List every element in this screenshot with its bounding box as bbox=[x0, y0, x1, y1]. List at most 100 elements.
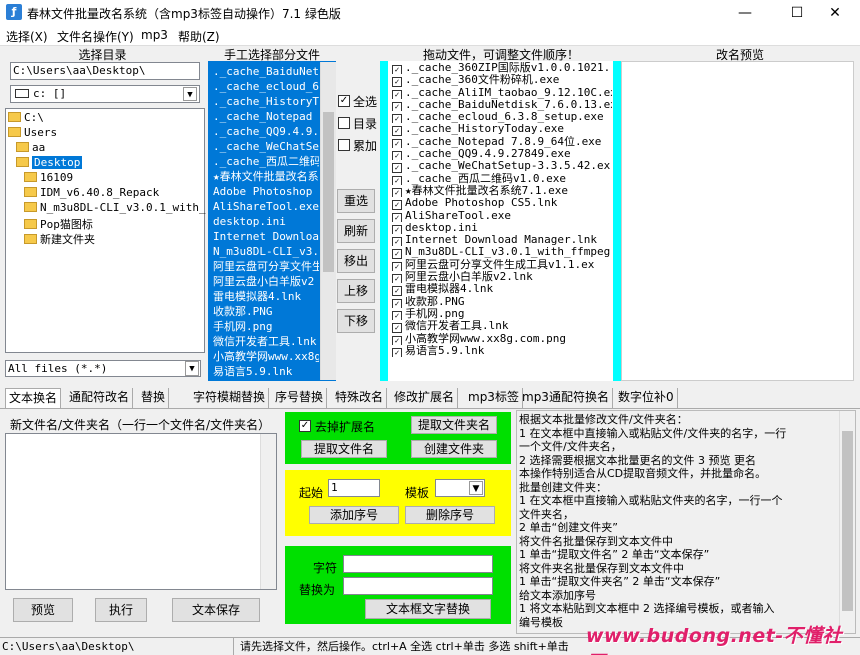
drag-list-item[interactable]: ✓ 微信开发者工具.lnk bbox=[390, 320, 612, 333]
drag-list-item[interactable]: ✓ ★春林文件批量改名系统7.1.exe bbox=[390, 185, 612, 198]
close-button[interactable]: ✕ bbox=[812, 0, 858, 26]
extract-folder-button[interactable]: 提取文件夹名 bbox=[411, 416, 497, 434]
replace-input[interactable] bbox=[343, 577, 493, 595]
menu-filename-ops[interactable]: 文件名操作(Y) bbox=[57, 28, 134, 45]
item-checkbox[interactable]: ✓ bbox=[392, 224, 402, 235]
drag-list-item[interactable]: ✓ 阿里云盘可分享文件生成工具v1.1.ex bbox=[390, 259, 612, 272]
list-item[interactable]: ._cache_ecloud_6.3 bbox=[211, 79, 319, 94]
list-item[interactable]: 收款那.PNG bbox=[211, 304, 319, 319]
drag-list-item[interactable]: ✓ ._cache_Notepad 7.8.9_64位.exe bbox=[390, 136, 612, 149]
item-checkbox[interactable]: ✓ bbox=[392, 261, 402, 272]
tree-item[interactable]: Users bbox=[6, 126, 204, 141]
item-checkbox[interactable]: ✓ bbox=[392, 89, 402, 99]
drag-list-item[interactable]: ✓ 易语言5.9.lnk bbox=[390, 345, 612, 358]
checkbox-1[interactable] bbox=[338, 117, 350, 129]
template-select[interactable]: ▼ bbox=[435, 479, 485, 497]
middle-button-0[interactable]: 重选 bbox=[337, 189, 375, 213]
list-item[interactable]: 小高教学网www.xx8g bbox=[211, 349, 319, 364]
create-folder-button[interactable]: 创建文件夹 bbox=[411, 440, 497, 458]
drag-list-item[interactable]: ✓ ._cache_HistoryToday.exe bbox=[390, 123, 612, 136]
rename-preview-list[interactable] bbox=[621, 61, 854, 381]
extract-file-button[interactable]: 提取文件名 bbox=[301, 440, 387, 458]
item-checkbox[interactable]: ✓ bbox=[392, 138, 402, 149]
list-item[interactable]: ._cache_Notepad bbox=[211, 109, 319, 124]
drag-list-item[interactable]: ✓ ._cache_ecloud_6.3.8_setup.exe bbox=[390, 111, 612, 124]
scrollbar-thumb[interactable] bbox=[323, 112, 334, 272]
item-checkbox[interactable]: ✓ bbox=[392, 286, 402, 296]
list-item[interactable]: ._cache_西瓜二维码 bbox=[211, 154, 319, 169]
save-text-button[interactable]: 文本保存 bbox=[172, 598, 260, 622]
list-item[interactable]: ._cache_HistoryToday bbox=[211, 94, 319, 109]
drag-list-item[interactable]: ✓ N_m3u8DL-CLI_v3.0.1_with_ffmpeg bbox=[390, 246, 612, 259]
path-input[interactable]: C:\Users\aa\Desktop\ bbox=[10, 62, 200, 80]
tab-1[interactable]: 通配符改名 bbox=[66, 388, 134, 408]
execute-button[interactable]: 执行 bbox=[95, 598, 147, 622]
middle-button-3[interactable]: 上移 bbox=[337, 279, 375, 303]
preview-button[interactable]: 预览 bbox=[13, 598, 73, 622]
checkbox-0[interactable]: ✓ bbox=[338, 95, 350, 107]
tree-item[interactable]: aa bbox=[6, 141, 204, 156]
tab-2[interactable]: 替换 bbox=[138, 388, 170, 408]
tab-4[interactable]: 序号替换 bbox=[272, 388, 328, 408]
delete-seq-button[interactable]: 删除序号 bbox=[405, 506, 495, 524]
drag-list-item[interactable]: ✓ Internet Download Manager.lnk bbox=[390, 234, 612, 247]
menu-mp3[interactable]: mp3 bbox=[141, 28, 168, 42]
item-checkbox[interactable]: ✓ bbox=[392, 310, 402, 321]
list-item[interactable]: ._cache_WeChatSetup bbox=[211, 139, 319, 154]
drag-list-item[interactable]: ✓ ._cache_西瓜二维码v1.0.exe bbox=[390, 173, 612, 185]
drag-list-item[interactable]: ✓ 手机网.png bbox=[390, 308, 612, 321]
list-item[interactable]: N_m3u8DL-CLI_v3.0.1 bbox=[211, 244, 319, 259]
text-replace-button[interactable]: 文本框文字替换 bbox=[365, 599, 491, 619]
item-checkbox[interactable]: ✓ bbox=[392, 77, 402, 87]
tree-item[interactable]: Pop猫图标 bbox=[6, 216, 204, 231]
drag-list-item[interactable]: ✓ ._cache_360文件粉碎机.exe bbox=[390, 74, 612, 87]
tree-item[interactable]: 16109 bbox=[6, 171, 204, 186]
item-checkbox[interactable]: ✓ bbox=[392, 65, 402, 75]
item-checkbox[interactable]: ✓ bbox=[392, 298, 402, 308]
tree-item[interactable]: IDM_v6.40.8_Repack bbox=[6, 186, 204, 201]
drag-list-item[interactable]: ✓ 阿里云盘小白羊版v2.lnk bbox=[390, 271, 612, 284]
drag-list-item[interactable]: ✓ Adobe Photoshop CS5.lnk bbox=[390, 197, 612, 210]
tree-item[interactable]: Desktop bbox=[6, 156, 204, 171]
item-checkbox[interactable]: ✓ bbox=[392, 151, 402, 161]
middle-button-1[interactable]: 刷新 bbox=[337, 219, 375, 243]
drag-list-item[interactable]: ✓ 雷电模拟器4.lnk bbox=[390, 283, 612, 296]
list-item[interactable]: 易语言5.9.lnk bbox=[211, 364, 319, 379]
list-item[interactable]: 手机网.png bbox=[211, 319, 319, 334]
drag-list-item[interactable]: ✓ AliShareTool.exe bbox=[390, 210, 612, 222]
item-checkbox[interactable]: ✓ bbox=[392, 126, 402, 136]
drag-list-item[interactable]: ✓ ._cache_360ZIP国际版v1.0.0.1021. bbox=[390, 62, 612, 75]
minimize-button[interactable]: — bbox=[722, 0, 768, 26]
tab-3[interactable]: 字符模糊替换 bbox=[190, 388, 270, 408]
drive-select[interactable]: c: [] ▼ bbox=[10, 85, 200, 103]
tree-item[interactable]: 新建文件夹 bbox=[6, 231, 204, 246]
tab-8[interactable]: mp3通配符换名 bbox=[519, 388, 613, 408]
drag-list-item[interactable]: ✓ desktop.ini bbox=[390, 222, 612, 235]
middle-button-2[interactable]: 移出 bbox=[337, 249, 375, 273]
menu-help[interactable]: 帮助(Z) bbox=[178, 28, 220, 45]
drag-list-item[interactable]: ✓ ._cache_BaiduNetdisk_7.6.0.13.ex bbox=[390, 99, 612, 112]
item-checkbox[interactable]: ✓ bbox=[392, 175, 402, 185]
tab-5[interactable]: 特殊改名 bbox=[332, 388, 388, 408]
item-checkbox[interactable]: ✓ bbox=[392, 249, 402, 259]
list-item[interactable]: ._cache_BaiduNetdisk bbox=[211, 64, 319, 79]
item-checkbox[interactable]: ✓ bbox=[392, 323, 402, 333]
checkbox-2[interactable] bbox=[338, 139, 350, 151]
item-checkbox[interactable]: ✓ bbox=[392, 335, 402, 345]
start-input[interactable]: 1 bbox=[328, 479, 380, 497]
drag-file-list[interactable]: ✓ ._cache_360ZIP国际版v1.0.0.1021. ✓ ._cache_3… bbox=[388, 61, 613, 381]
list-item[interactable]: Internet Download M bbox=[211, 229, 319, 244]
item-checkbox[interactable]: ✓ bbox=[392, 114, 402, 124]
list-item[interactable]: 微信开发者工具.lnk bbox=[211, 334, 319, 349]
drag-list-item[interactable]: ✓ ._cache_QQ9.4.9.27849.exe bbox=[390, 148, 612, 161]
item-checkbox[interactable]: ✓ bbox=[392, 347, 402, 358]
manual-list-scrollbar[interactable] bbox=[320, 62, 336, 380]
remove-ext-checkbox[interactable]: ✓ bbox=[299, 420, 311, 432]
list-item[interactable]: ★春林文件批量改名系 bbox=[211, 169, 319, 184]
tab-9[interactable]: 数字位补0 bbox=[615, 388, 678, 408]
middle-button-4[interactable]: 下移 bbox=[337, 309, 375, 333]
tab-7[interactable]: mp3标签 bbox=[465, 388, 523, 408]
item-checkbox[interactable]: ✓ bbox=[392, 163, 402, 173]
tab-6[interactable]: 修改扩展名 bbox=[391, 388, 459, 408]
list-item[interactable]: AliShareTool.exe bbox=[211, 199, 319, 214]
